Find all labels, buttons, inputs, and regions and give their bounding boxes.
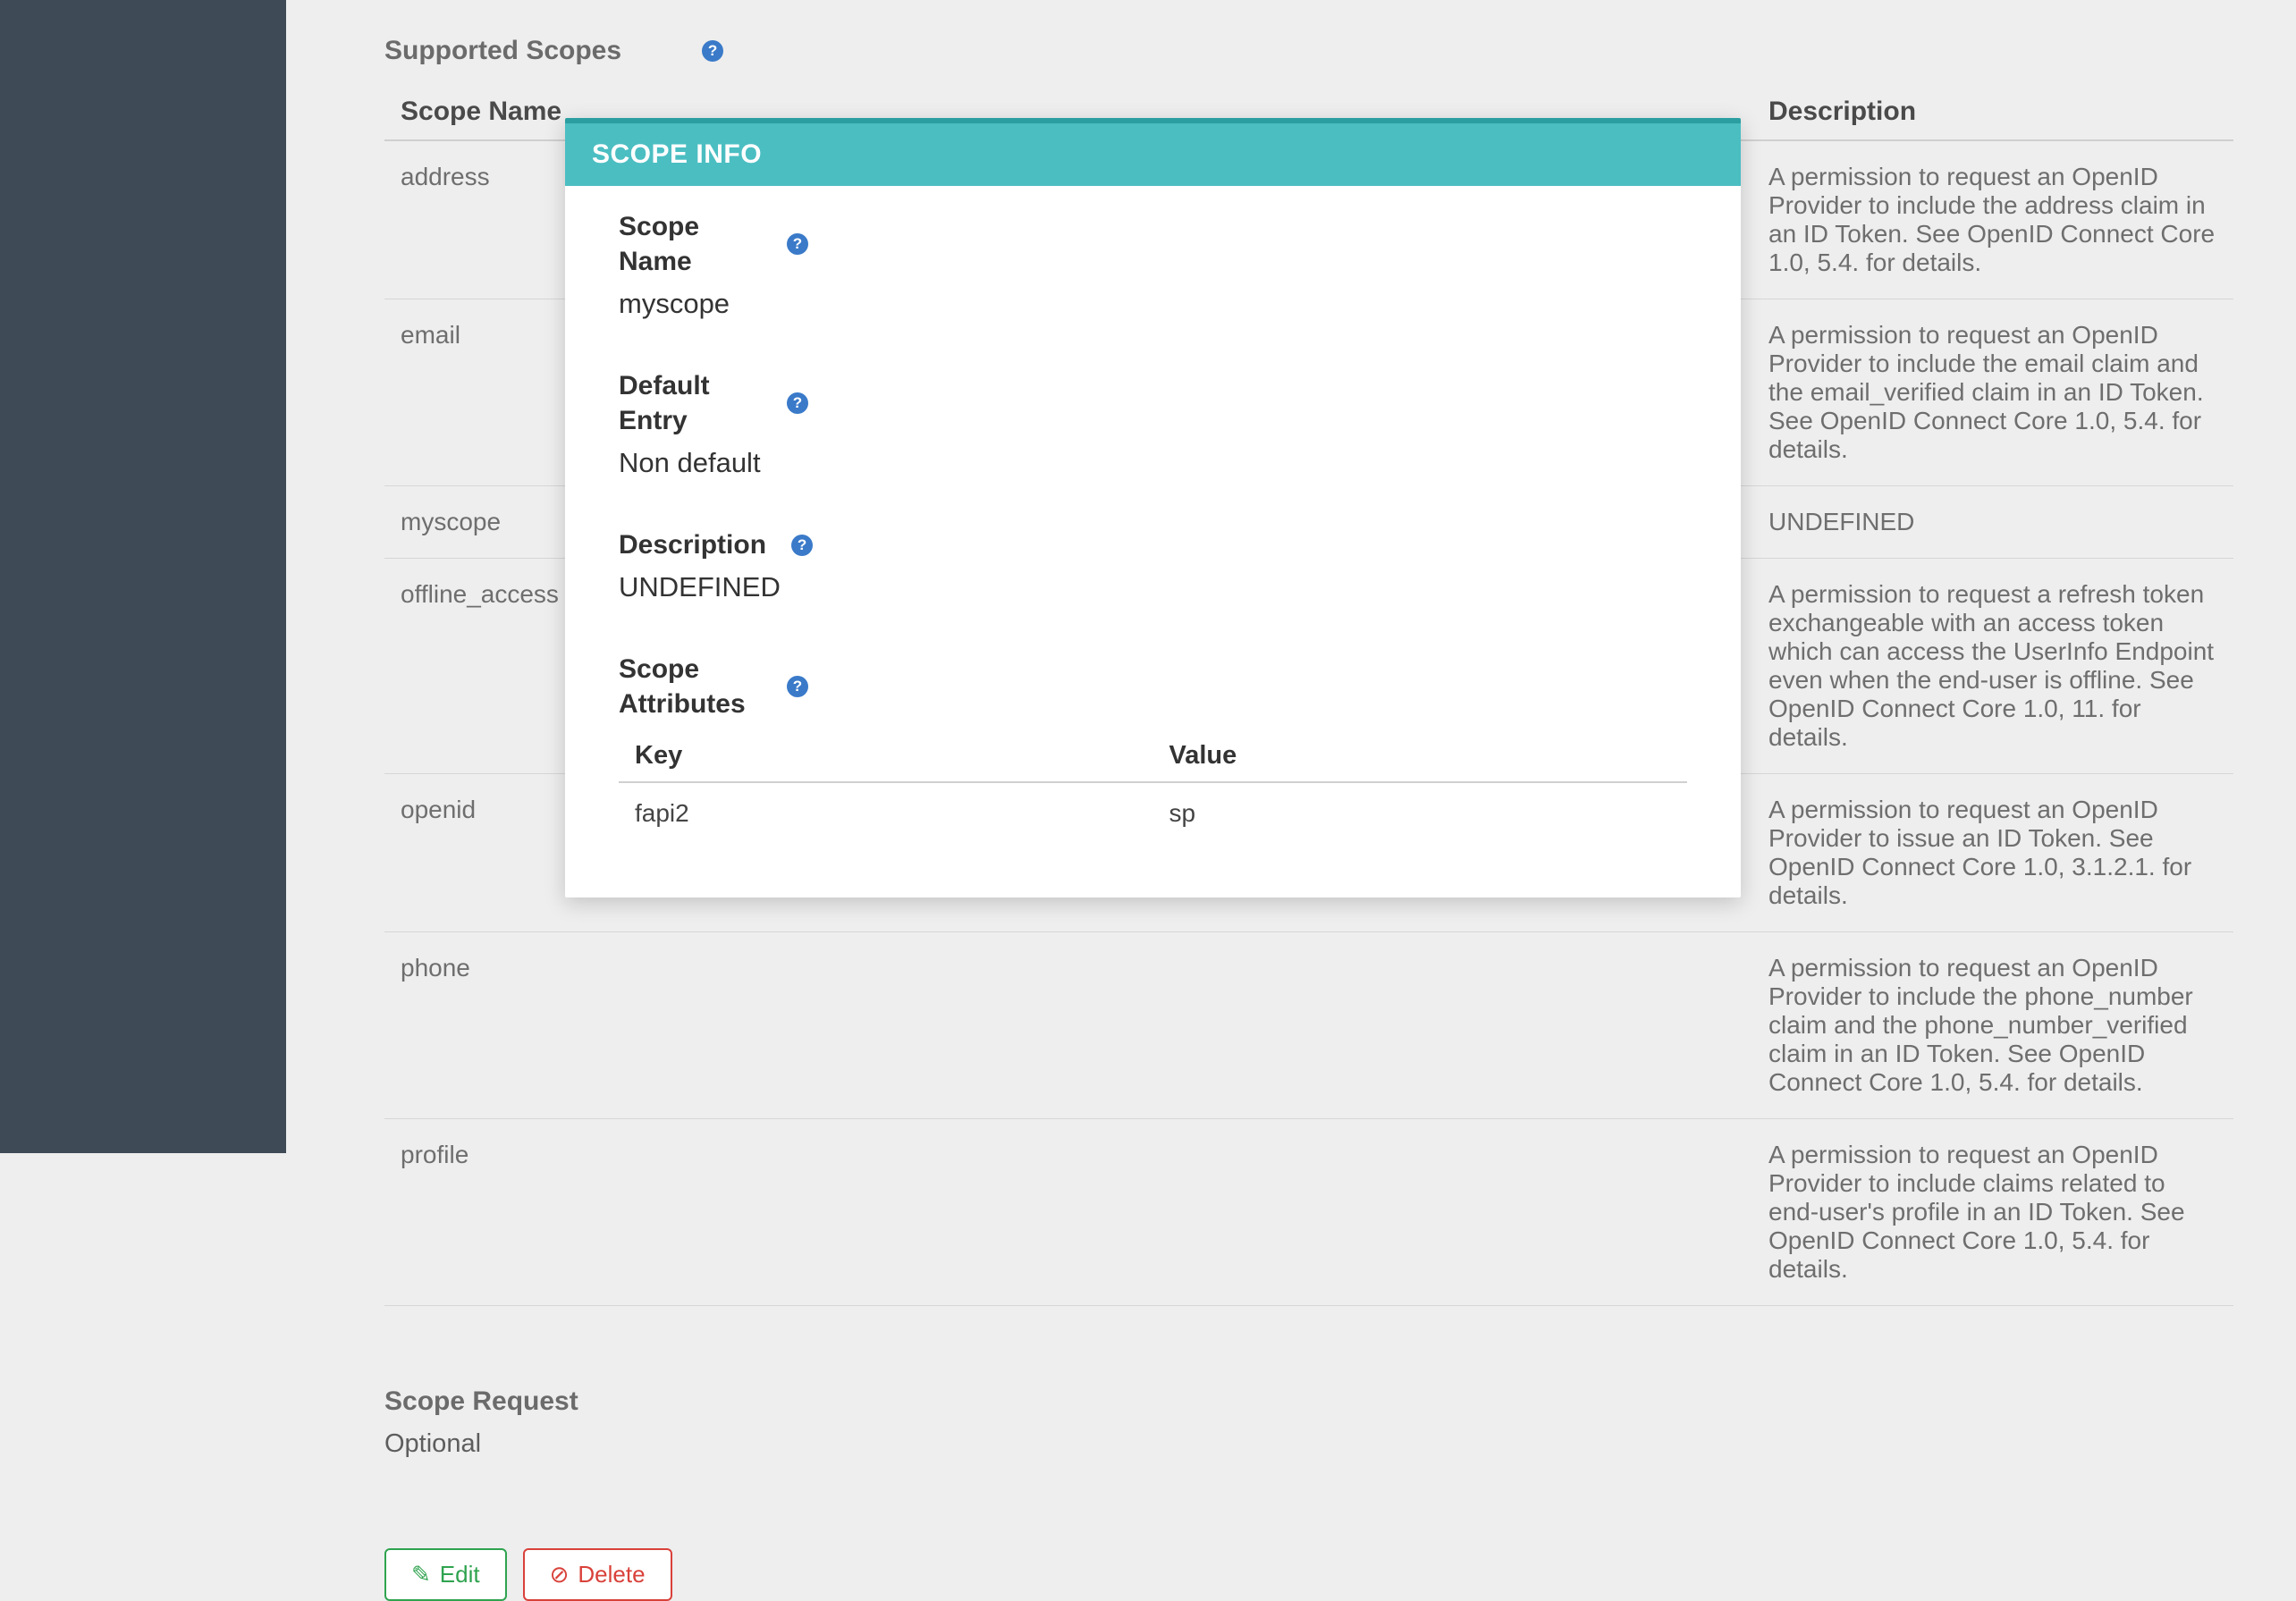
edit-button[interactable]: ✎ Edit	[384, 1548, 507, 1601]
scope-name-label: Scope Name	[619, 209, 762, 279]
delete-button-label: Delete	[578, 1561, 645, 1588]
scope-desc-cell: A permission to request an OpenID Provid…	[1752, 932, 2233, 1119]
scope-request-label: Scope Request	[384, 1386, 2233, 1417]
help-icon[interactable]: ?	[787, 233, 808, 255]
sidebar-nav	[0, 0, 286, 1153]
scope-desc-cell: A permission to request an OpenID Provid…	[1752, 299, 2233, 486]
default-entry-value: Non default	[619, 447, 1687, 479]
field-description: Description ? UNDEFINED	[619, 527, 1687, 603]
section-title-row: Supported Scopes ?	[384, 36, 2233, 66]
help-icon[interactable]: ?	[787, 676, 808, 697]
scope-desc-cell: A permission to request a refresh token …	[1752, 559, 2233, 774]
scope-desc-cell: A permission to request an OpenID Provid…	[1752, 140, 2233, 299]
button-row: ✎ Edit ⊘ Delete	[384, 1548, 2233, 1601]
help-icon[interactable]: ?	[791, 535, 813, 556]
attr-col-value: Value	[1153, 730, 1688, 782]
field-scope-attributes: Scope Attributes ? Key Value fapi2 sp	[619, 652, 1687, 844]
table-row[interactable]: profile A permission to request an OpenI…	[384, 1119, 2233, 1306]
scope-desc-cell: A permission to request an OpenID Provid…	[1752, 774, 2233, 932]
scope-info-modal: SCOPE INFO Scope Name ? myscope Default …	[565, 118, 1741, 897]
attr-col-key: Key	[619, 730, 1153, 782]
help-icon[interactable]: ?	[787, 392, 808, 414]
scope-desc-cell: UNDEFINED	[1752, 486, 2233, 559]
table-row[interactable]: phone A permission to request an OpenID …	[384, 932, 2233, 1119]
attr-value-cell: sp	[1153, 782, 1688, 844]
edit-button-label: Edit	[440, 1561, 480, 1588]
attr-key-cell: fapi2	[619, 782, 1153, 844]
edit-icon: ✎	[411, 1561, 431, 1588]
attributes-table: Key Value fapi2 sp	[619, 730, 1687, 844]
scope-name-value: myscope	[619, 288, 1687, 320]
scope-name-cell: profile	[384, 1119, 1752, 1306]
field-scope-name: Scope Name ? myscope	[619, 209, 1687, 320]
scope-request-value: Optional	[384, 1429, 2233, 1459]
modal-header: SCOPE INFO	[565, 123, 1741, 186]
supported-scopes-title: Supported Scopes	[384, 36, 621, 66]
description-value: UNDEFINED	[619, 571, 1687, 603]
modal-title: SCOPE INFO	[592, 139, 762, 170]
table-row: fapi2 sp	[619, 782, 1687, 844]
scope-desc-cell: A permission to request an OpenID Provid…	[1752, 1119, 2233, 1306]
default-entry-label: Default Entry	[619, 368, 762, 438]
modal-body: Scope Name ? myscope Default Entry ? Non…	[565, 186, 1741, 897]
scope-name-cell: phone	[384, 932, 1752, 1119]
field-default-entry: Default Entry ? Non default	[619, 368, 1687, 479]
help-icon[interactable]: ?	[702, 40, 723, 62]
scopes-col-description: Description	[1752, 84, 2233, 140]
description-label: Description	[619, 527, 766, 562]
scope-attributes-label: Scope Attributes	[619, 652, 762, 721]
delete-icon: ⊘	[550, 1561, 570, 1588]
delete-button[interactable]: ⊘ Delete	[523, 1548, 672, 1601]
